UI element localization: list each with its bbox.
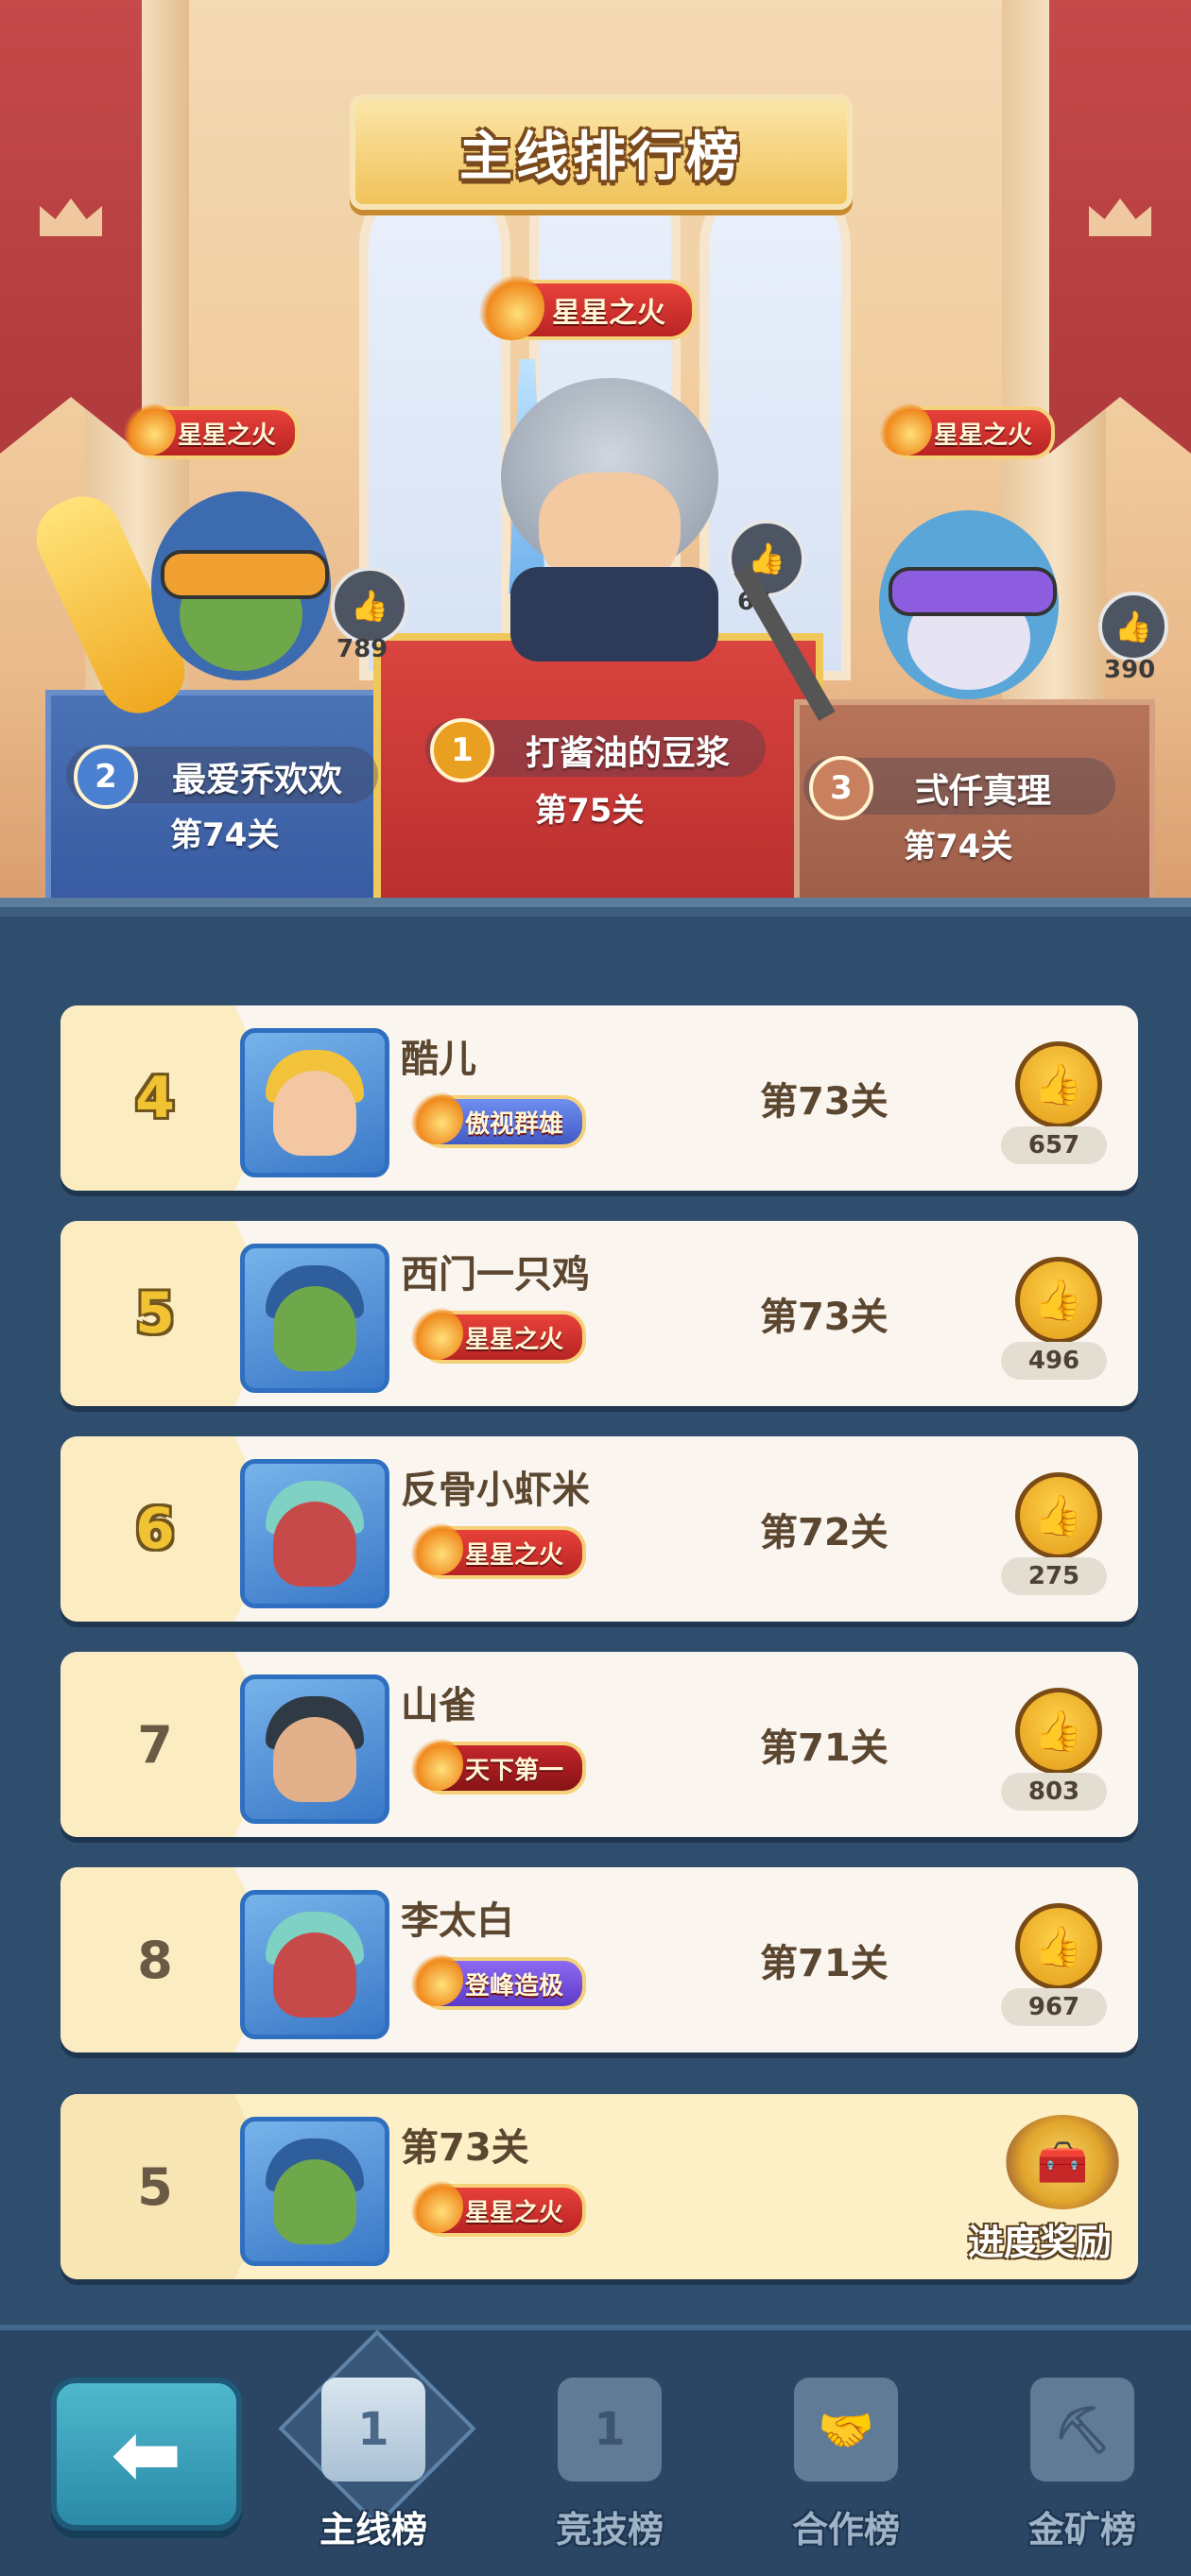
rank-medal-first: 1: [430, 718, 494, 782]
player-name: 西门一只鸡: [401, 1253, 590, 1297]
like-count: 803: [1001, 1773, 1107, 1811]
tab-coop-ranking[interactable]: 🤝 合作榜: [742, 2359, 950, 2557]
banner-left: [0, 0, 142, 454]
rank-number: 5: [135, 1280, 175, 1347]
thumbs-up-icon: 👍: [1114, 609, 1152, 644]
thumbs-up-icon: 👍: [1033, 1923, 1084, 1969]
arrow-left-icon: ⬅: [111, 2404, 182, 2504]
tab-arena-ranking[interactable]: 1 竞技榜: [506, 2359, 714, 2557]
player-level: 第72关: [760, 1511, 889, 1554]
title-badge: 登峰造极: [409, 1953, 587, 2010]
rank-row[interactable]: 8 李太白 登峰造极 第71关 👍 967: [60, 1867, 1138, 2052]
player-level: 第71关: [760, 1726, 889, 1770]
title-badge: 天下第一: [409, 1738, 587, 1795]
goggles-icon: [161, 550, 329, 599]
like-count: 496: [1001, 1342, 1107, 1380]
podium-level-first: 第75关: [535, 792, 645, 830]
player-name: 山雀: [401, 1684, 476, 1727]
page-title: 主线排行榜: [459, 126, 743, 188]
title-badge: 星星之火: [409, 2180, 587, 2237]
rank-row[interactable]: 5 西门一只鸡 星星之火 第73关 👍 496: [60, 1221, 1138, 1406]
like-count-third: 390: [1104, 656, 1156, 684]
like-button[interactable]: 👍: [1015, 1688, 1102, 1775]
ranking-list-panel: 4 酷儿 傲视群雄 第73关 👍 657 5 西门一只鸡 星星之火 第73关 👍…: [0, 898, 1191, 2344]
like-count-second: 789: [337, 635, 388, 663]
player-name: 李太白: [401, 1899, 514, 1943]
minecart-icon: ⛏: [1030, 2378, 1134, 2482]
bottom-nav: ⬅ 1 主线榜 1 竞技榜 🤝 合作榜 ⛏ 金矿榜: [0, 2325, 1191, 2576]
podium-name-first: 打酱油的豆浆: [526, 734, 731, 773]
crown-icon: [1089, 198, 1151, 236]
like-button[interactable]: 👍: [1015, 1041, 1102, 1128]
crown-icon: [40, 198, 102, 236]
banner-right: [1049, 0, 1191, 454]
my-level: 第73关: [401, 2126, 529, 2170]
podium-name-third: 弍仟真理: [915, 772, 1052, 811]
avatar[interactable]: [240, 1459, 389, 1608]
window-decoration: [699, 170, 851, 680]
player-level: 第71关: [760, 1942, 889, 1985]
back-button[interactable]: ⬅: [51, 2378, 242, 2531]
avatar[interactable]: [240, 1890, 389, 2039]
like-button-first[interactable]: 👍: [728, 520, 805, 597]
podium-icon: 1: [321, 2378, 425, 2482]
treasure-chest-icon[interactable]: 🧰: [1006, 2115, 1119, 2209]
rank-row[interactable]: 6 反骨小虾米 星星之火 第72关 👍 275: [60, 1436, 1138, 1622]
goggles-icon: [889, 567, 1057, 616]
thumbs-up-icon: 👍: [1033, 1708, 1084, 1754]
avatar[interactable]: [240, 1674, 389, 1824]
avatar[interactable]: [240, 2117, 389, 2266]
rank-number: 6: [135, 1496, 175, 1562]
character-first-body: [510, 567, 718, 661]
podium-scene: 主线排行榜 星星之火 👍 65 星星之火 👍 789 星星之火 👍 390 2 …: [0, 0, 1191, 907]
player-name: 酷儿: [401, 1038, 476, 1081]
thumbs-up-icon: 👍: [1033, 1492, 1084, 1538]
rank-number: 4: [135, 1065, 175, 1131]
podium-level-third: 第74关: [904, 828, 1013, 866]
thumbs-up-icon: 👍: [1033, 1277, 1084, 1323]
like-button-second[interactable]: 👍: [331, 567, 408, 644]
rank-medal-third: 3: [809, 756, 873, 820]
tab-goldmine-ranking[interactable]: ⛏ 金矿榜: [978, 2359, 1186, 2557]
like-count: 657: [1001, 1126, 1107, 1164]
player-level: 第73关: [760, 1296, 889, 1339]
title-badge-second: 星星之火: [122, 403, 300, 459]
rank-number: 8: [137, 1930, 173, 1990]
rank-number: 7: [137, 1714, 173, 1775]
player-level: 第73关: [760, 1080, 889, 1124]
rank-row[interactable]: 7 山雀 天下第一 第71关 👍 803: [60, 1652, 1138, 1837]
trophy-icon: 1: [558, 2378, 662, 2482]
avatar[interactable]: [240, 1244, 389, 1393]
podium-level-second: 第74关: [170, 816, 280, 854]
avatar[interactable]: [240, 1028, 389, 1177]
tab-main-ranking[interactable]: 1 主线榜: [269, 2359, 477, 2557]
title-badge: 星星之火: [409, 1522, 587, 1579]
rank-medal-second: 2: [74, 745, 138, 809]
rank-number: 5: [137, 2156, 173, 2217]
like-count: 967: [1001, 1988, 1107, 2026]
title-badge: 星星之火: [409, 1307, 587, 1364]
page-title-ribbon: 主线排行榜: [350, 94, 853, 210]
like-button[interactable]: 👍: [1015, 1257, 1102, 1344]
like-button-third[interactable]: 👍: [1098, 592, 1168, 661]
title-badge-third: 星星之火: [878, 403, 1056, 459]
thumbs-up-icon: 👍: [1033, 1061, 1084, 1108]
my-rank-row[interactable]: 5 第73关 星星之火 🧰 进度奖励: [60, 2094, 1138, 2279]
title-badge: 傲视群雄: [409, 1091, 587, 1148]
like-button[interactable]: 👍: [1015, 1472, 1102, 1559]
podium-name-second: 最爱乔欢欢: [172, 761, 343, 799]
like-count: 275: [1001, 1557, 1107, 1595]
rank-row[interactable]: 4 酷儿 傲视群雄 第73关 👍 657: [60, 1005, 1138, 1191]
player-name: 反骨小虾米: [401, 1468, 590, 1512]
thumbs-up-icon: 👍: [351, 588, 388, 624]
like-button[interactable]: 👍: [1015, 1903, 1102, 1990]
title-badge-first: 星星之火: [478, 274, 696, 340]
progress-reward-button[interactable]: 进度奖励: [968, 2213, 1112, 2265]
handshake-icon: 🤝: [794, 2378, 898, 2482]
